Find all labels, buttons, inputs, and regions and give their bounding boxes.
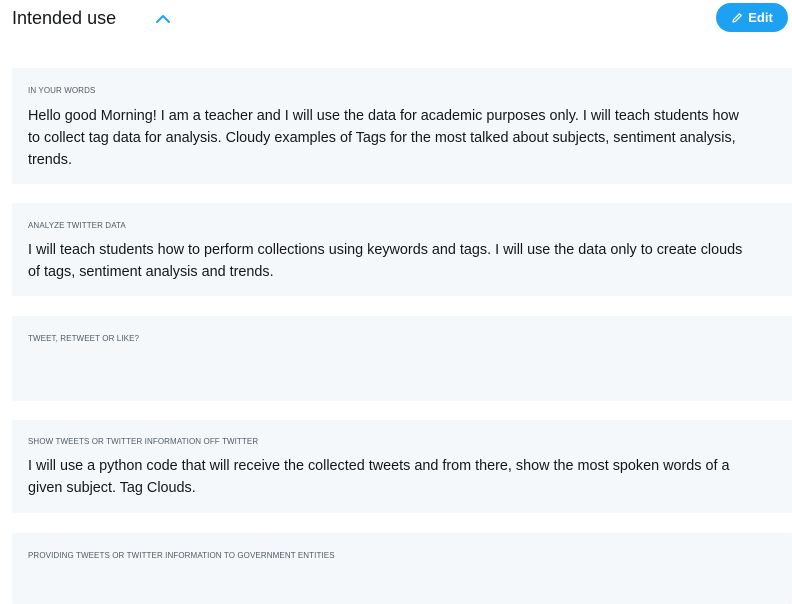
pencil-icon (731, 12, 743, 24)
edit-button[interactable]: Edit (716, 3, 788, 32)
section-label: PROVIDING TWEETS OR TWITTER INFORMATION … (28, 551, 335, 560)
section-label: SHOW TWEETS OR TWITTER INFORMATION OFF T… (28, 437, 259, 446)
section-body: Hello good Morning! I am a teacher and I… (28, 108, 739, 168)
section-label: ANALYZE TWITTER DATA (28, 221, 126, 230)
section-label: TWEET, RETWEET OR LIKE? (28, 334, 140, 343)
section-card-government-entities (12, 533, 792, 604)
section-body: I will use a python code that will recei… (28, 458, 730, 496)
section-header: Intended use Edit (12, 0, 792, 36)
section-label: IN YOUR WORDS (28, 86, 96, 95)
chevron-up-icon[interactable] (154, 10, 172, 28)
edit-button-label: Edit (748, 10, 773, 25)
section-title: Intended use (12, 8, 117, 28)
section-card-tweet-retweet-like (12, 316, 792, 401)
section-body: I will teach students how to perform col… (28, 242, 743, 280)
